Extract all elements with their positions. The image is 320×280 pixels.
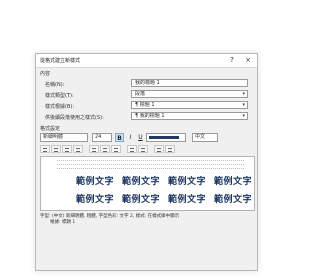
font-color-select[interactable]: [146, 133, 186, 142]
sample-text: 範例文字: [168, 195, 207, 205]
description-line: 根據: 標題 1: [50, 220, 76, 225]
name-label: 名稱(N):: [45, 82, 65, 88]
chevron-down-icon: ▾: [242, 91, 245, 97]
sample-text: 範例文字: [76, 177, 115, 187]
italic-button[interactable]: I: [126, 133, 135, 142]
based-on-value: ¶ 標題 1: [135, 102, 155, 108]
close-icon[interactable]: ×: [243, 55, 253, 65]
preview-previous-paragraph: [57, 160, 244, 163]
align-center-icon[interactable]: [51, 145, 61, 153]
formatting-toolbar: 新細明體 24 B I U 中文: [40, 133, 255, 143]
line-spacing-double-icon[interactable]: [111, 145, 121, 153]
formatting-section-label: 格式設定: [40, 126, 61, 132]
next-style-select[interactable]: ¶ 我的標題 1 ▾: [131, 112, 248, 120]
chevron-down-icon: ▾: [242, 113, 245, 119]
properties-section-label: 內容: [40, 71, 51, 77]
paragraph-toolbar: [40, 145, 255, 153]
font-select[interactable]: 新細明體: [40, 133, 88, 142]
chevron-down-icon: ▾: [242, 102, 245, 108]
sample-text: 範例文字: [122, 177, 161, 187]
based-on-select[interactable]: ¶ 標題 1 ▾: [131, 101, 248, 109]
sample-text: 範例文字: [214, 195, 253, 205]
preview-previous-paragraph: [57, 164, 244, 167]
font-color-swatch: [149, 136, 179, 139]
language-select[interactable]: 中文: [192, 133, 218, 142]
font-size-select[interactable]: 24: [92, 133, 112, 142]
justify-icon[interactable]: [73, 145, 83, 153]
preview-sample-line: 範例文字 範例文字 範例文字 範例文字: [41, 174, 254, 187]
decrease-indent-icon[interactable]: [154, 145, 164, 153]
style-type-select[interactable]: 段落 ▾: [131, 90, 248, 98]
align-left-icon[interactable]: [40, 145, 50, 153]
preview-sample-line: 範例文字 範例文字 範例文字 範例文字: [41, 192, 254, 205]
underline-button[interactable]: U: [136, 133, 145, 142]
next-style-label: 供後續段落使用之樣式(S):: [45, 115, 104, 121]
preview-previous-paragraph: [57, 168, 244, 171]
line-spacing-single-icon[interactable]: [89, 145, 99, 153]
style-preview: 範例文字 範例文字 範例文字 範例文字 範例文字 範例文字 範例文字 範例文字: [40, 156, 255, 211]
help-icon[interactable]: ?: [227, 55, 237, 65]
style-type-label: 樣式類型(T):: [45, 93, 74, 99]
line-spacing-onehalf-icon[interactable]: [100, 145, 110, 153]
bold-button[interactable]: B: [115, 133, 124, 142]
align-right-icon[interactable]: [62, 145, 72, 153]
increase-indent-icon[interactable]: [165, 145, 175, 153]
space-before-icon[interactable]: [127, 145, 137, 153]
based-on-label: 樣式根據(B):: [45, 104, 75, 110]
dialog-titlebar: 從格式建立新樣式 ? ×: [36, 54, 257, 68]
create-style-dialog: 從格式建立新樣式 ? × 內容 名稱(N): 我的標題 1 樣式類型(T): 段…: [35, 53, 258, 271]
dialog-title: 從格式建立新樣式: [40, 58, 81, 64]
sample-text: 範例文字: [214, 177, 253, 187]
sample-text: 範例文字: [168, 177, 207, 187]
style-name-input[interactable]: 我的標題 1: [131, 79, 248, 87]
space-after-icon[interactable]: [138, 145, 148, 153]
style-description: 字型: (中文) 新細明體, 粗體, 字型色彩: 文字 2, 樣式: 在樣式庫中…: [40, 214, 255, 226]
style-type-value: 段落: [135, 91, 146, 97]
sample-text: 範例文字: [122, 195, 161, 205]
next-style-value: ¶ 我的標題 1: [135, 113, 165, 119]
sample-text: 範例文字: [76, 195, 115, 205]
